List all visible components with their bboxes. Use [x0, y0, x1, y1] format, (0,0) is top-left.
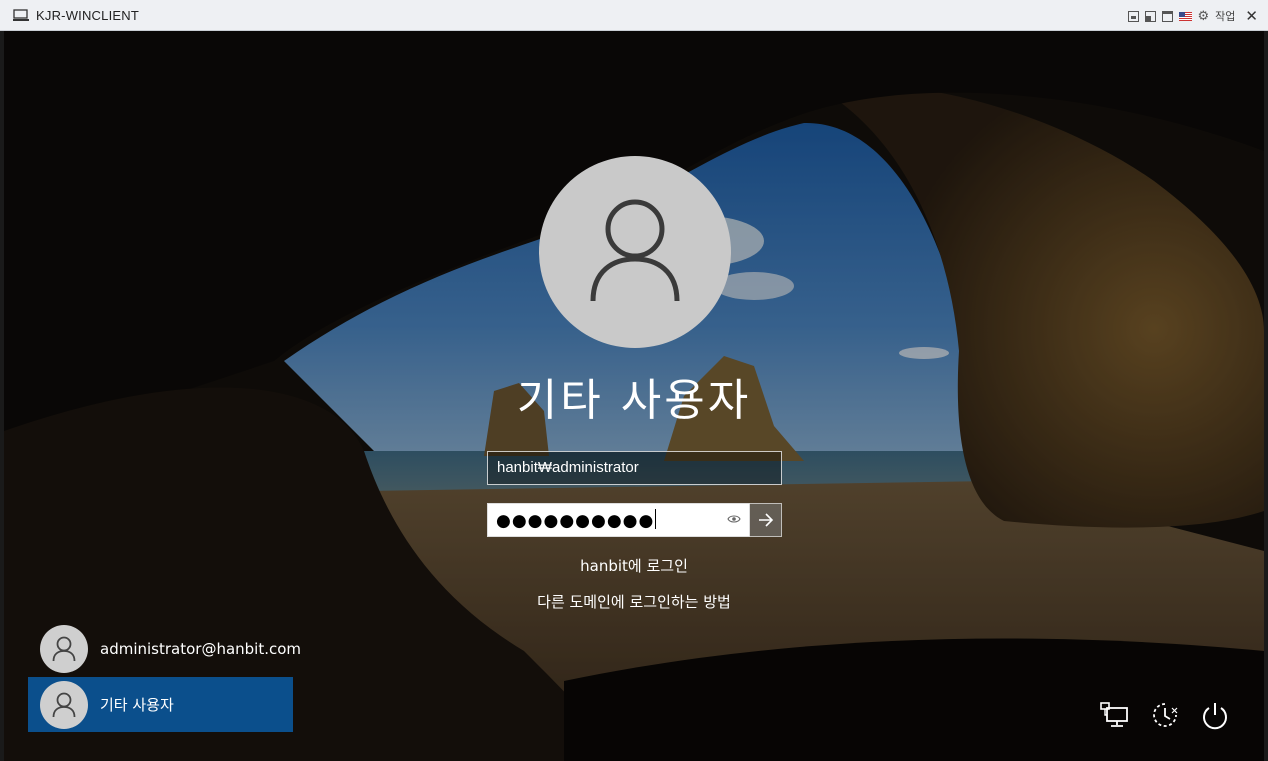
restore-icon[interactable] — [1127, 10, 1139, 22]
window-titlebar: KJR-WINCLIENT ⚙ 작업 ✕ — [0, 0, 1268, 31]
user-icon — [52, 692, 76, 717]
close-icon[interactable]: ✕ — [1245, 8, 1258, 24]
user-tile-other-user[interactable]: 기타 사용자 — [28, 677, 293, 732]
other-domain-link[interactable]: 다른 도메인에 로그인하는 방법 — [4, 591, 1264, 612]
username-field[interactable]: hanbit₩administrator — [487, 451, 782, 485]
power-icon[interactable] — [1200, 700, 1230, 730]
user-tile-administrator[interactable]: administrator@hanbit.com — [28, 621, 301, 676]
remote-screen: 기타 사용자 hanbit₩administrator ●●●●●●●●●● h… — [4, 31, 1264, 761]
titlebar-controls: ⚙ 작업 ✕ — [1127, 7, 1258, 25]
work-label[interactable]: 작업 — [1215, 8, 1235, 24]
window-title: KJR-WINCLIENT — [36, 8, 139, 23]
gear-icon[interactable]: ⚙ — [1198, 10, 1210, 23]
user-tile-label: administrator@hanbit.com — [100, 639, 302, 658]
user-icon — [590, 199, 680, 302]
arrow-right-icon — [759, 513, 774, 527]
text-caret — [655, 509, 657, 529]
user-icon — [52, 636, 76, 661]
computer-icon — [13, 9, 29, 21]
user-tile-label: 기타 사용자 — [100, 696, 174, 714]
ease-of-access-icon[interactable] — [1150, 700, 1180, 730]
password-field[interactable]: ●●●●●●●●●● — [487, 503, 750, 537]
maximize-icon[interactable] — [1161, 10, 1173, 22]
current-user-name: 기타 사용자 — [516, 375, 752, 426]
password-mask: ●●●●●●●●●● — [496, 511, 655, 531]
sign-in-domain-text: hanbit에 로그인 — [580, 557, 688, 575]
network-icon[interactable] — [1100, 700, 1130, 730]
system-icons — [1100, 700, 1230, 730]
submit-button[interactable] — [749, 503, 782, 537]
window-icon[interactable] — [1144, 10, 1156, 22]
user-tile-avatar — [40, 680, 88, 729]
user-avatar — [539, 156, 731, 348]
user-tile-avatar — [40, 624, 88, 673]
flag-icon[interactable] — [1178, 11, 1192, 21]
reveal-password-icon[interactable] — [727, 514, 741, 524]
